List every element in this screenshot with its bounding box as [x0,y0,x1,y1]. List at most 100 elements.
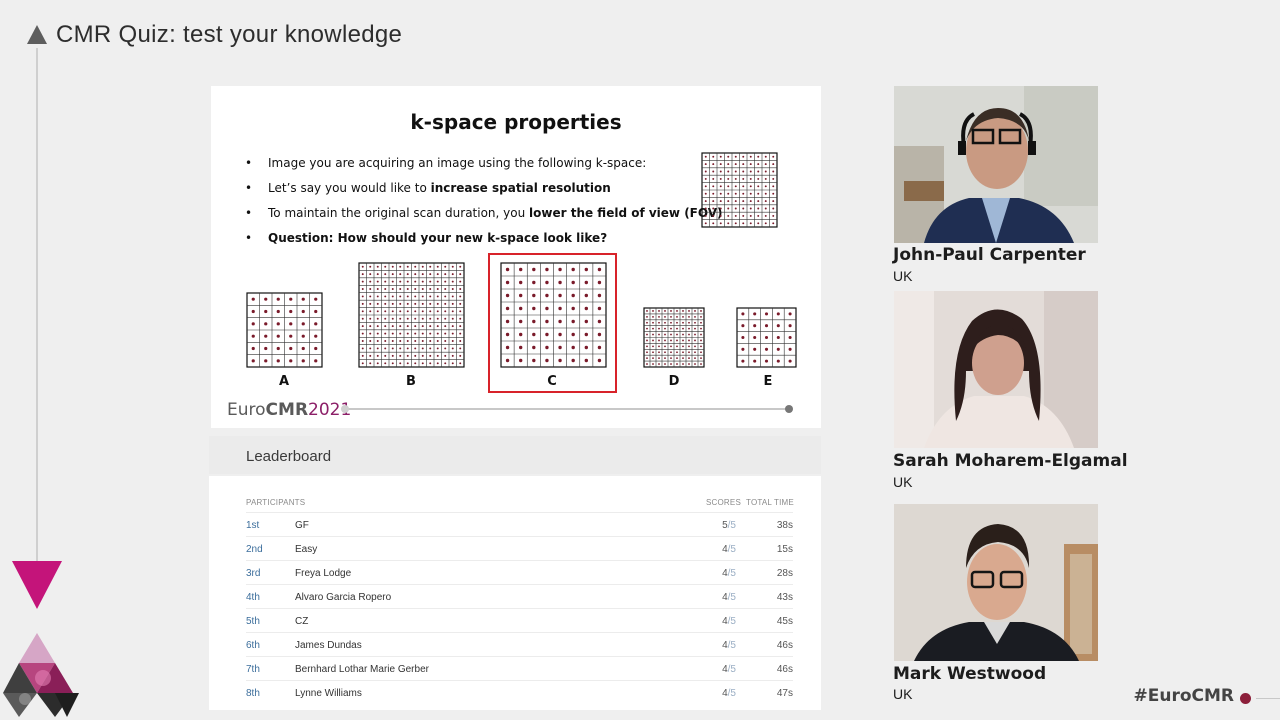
kspace-sample-dot [670,327,672,330]
kspace-sample-dot [451,265,454,268]
kspace-sample-dot [436,273,439,276]
kspace-sample-dot [399,310,402,313]
kspace-sample-dot [688,333,690,336]
kspace-sample-dot [772,163,775,166]
kspace-sample-dot [451,288,454,290]
kspace-sample-dot [369,310,372,313]
kspace-sample-dot [712,200,715,203]
kspace-sample-dot [429,265,432,268]
kspace-sample-dot [712,185,715,188]
kspace-sample-dot [749,214,752,217]
kspace-sample-dot [700,321,702,324]
kspace-sample-dot [314,297,318,301]
kspace-sample-dot [399,362,402,365]
kspace-sample-dot [658,345,660,348]
kspace-sample-dot [753,312,757,316]
kspace-sample-dot [676,333,678,336]
kspace-sample-dot [459,302,462,305]
kspace-sample-dot [376,302,379,305]
speaker-country: UK [893,686,913,702]
kspace-sample-dot [704,214,707,217]
kspace-sample-dot [694,333,696,336]
kspace-sample-dot [391,273,394,276]
option-e-kspace-grid [736,307,797,368]
kspace-sample-dot [436,310,439,313]
kspace-sample-dot [719,222,722,225]
kspace-sample-dot [719,192,722,195]
kspace-sample-dot [391,325,394,328]
kspace-sample-dot [391,347,394,350]
kspace-sample-dot [700,363,702,365]
kspace-sample-dot [664,315,666,318]
kspace-sample-dot [688,321,690,324]
kspace-sample-dot [399,332,402,335]
kspace-sample-dot [694,345,696,348]
kspace-sample-dot [376,325,379,328]
kspace-sample-dot [646,315,648,318]
kspace-sample-dot [384,295,387,298]
kspace-sample-dot [700,310,702,312]
kspace-sample-dot [776,312,780,316]
kspace-sample-dot [734,207,737,210]
kspace-sample-dot [646,363,648,365]
kspace-sample-dot [376,340,379,342]
kspace-sample-dot [436,340,439,342]
kspace-sample-dot [301,359,305,363]
kspace-sample-dot [788,324,792,328]
kspace-sample-dot [742,192,745,195]
kspace-sample-dot [742,177,745,180]
kspace-sample-dot [757,207,760,210]
kspace-sample-dot [682,333,684,336]
kspace-sample-dot [788,312,792,316]
kspace-sample-dot [772,214,775,217]
kspace-sample-dot [664,351,666,354]
speaker-name: John-Paul Carpenter [893,245,1086,265]
kspace-sample-dot [757,214,760,217]
kspace-sample-dot [658,321,660,324]
kspace-sample-dot [264,322,268,326]
kspace-sample-dot [646,327,648,330]
rank: 1st [246,520,260,531]
kspace-sample-dot [772,177,775,180]
kspace-sample-dot [646,339,648,342]
kspace-sample-dot [772,185,775,188]
kspace-sample-dot [421,280,424,283]
leaderboard-header: Leaderboard [209,436,821,474]
magenta-triangle-icon [12,561,62,609]
kspace-sample-dot [251,359,255,363]
kspace-sample-dot [376,265,379,268]
kspace-sample-dot [764,359,769,363]
kspace-sample-dot [749,177,752,180]
kspace-sample-dot [749,222,752,225]
kspace-sample-dot [772,200,775,203]
kspace-sample-dot [451,280,454,283]
kspace-sample-dot [451,310,454,313]
kspace-sample-dot [694,321,696,324]
kspace-sample-dot [399,347,402,350]
kspace-sample-dot [676,310,678,312]
kspace-sample-dot [742,155,745,158]
kspace-sample-dot [391,317,394,320]
kspace-sample-dot [444,310,447,313]
kspace-sample-dot [414,332,417,335]
kspace-sample-dot [451,295,454,298]
bullet-bold-text: Question: How should your new k-space lo… [268,231,608,245]
kspace-sample-dot [676,345,678,348]
kspace-sample-dot [772,170,775,173]
kspace-sample-dot [406,273,409,276]
kspace-sample-dot [251,334,255,338]
event-hashtag: #EuroCMR [1133,686,1234,706]
bullet-dot-icon: • [245,181,253,195]
kspace-sample-dot [670,315,672,318]
kspace-sample-dot [459,295,462,298]
kspace-sample-dot [742,185,745,188]
total-time: 47s [776,688,793,699]
kspace-sample-dot [676,315,678,318]
kspace-sample-dot [700,357,702,360]
kspace-sample-dot [369,332,372,335]
kspace-sample-dot [652,321,654,324]
kspace-sample-dot [727,207,730,210]
kspace-sample-dot [429,302,432,305]
kspace-sample-dot [421,310,424,313]
kspace-sample-dot [704,155,707,158]
